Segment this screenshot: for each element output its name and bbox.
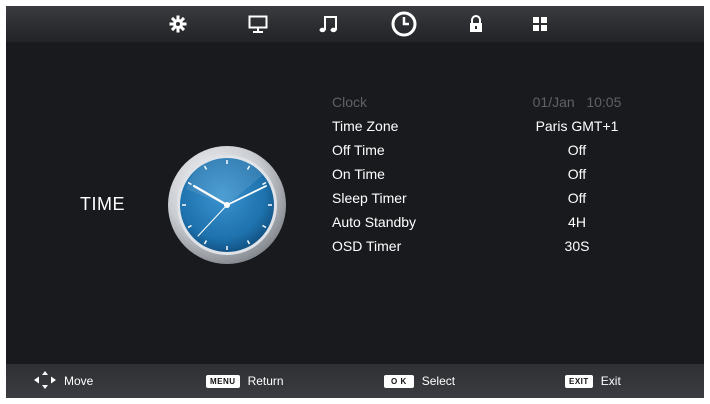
menu-item-sleep-timer[interactable]: Sleep Timer Off xyxy=(326,186,656,210)
gear-icon xyxy=(168,14,188,34)
exit-key-badge: EXIT xyxy=(565,374,593,388)
menu-item-time-zone[interactable]: Time Zone Paris GMT+1 xyxy=(326,114,656,138)
section-title: TIME xyxy=(80,194,125,214)
menu-item-off-time[interactable]: Off Time Off xyxy=(326,138,656,162)
menu-item-value: Paris GMT+1 xyxy=(535,118,619,134)
hint-move: Move xyxy=(34,364,93,398)
menu-item-value: 4H xyxy=(568,214,586,230)
menu-item-value: 30S xyxy=(564,238,590,254)
arrow-keys-icon xyxy=(34,370,56,392)
tab-picture[interactable] xyxy=(158,6,198,42)
menu-item-auto-standby[interactable]: Auto Standby 4H xyxy=(326,210,656,234)
menu-item-value: Off xyxy=(567,190,587,206)
hint-label: Exit xyxy=(600,374,621,388)
hint-label: Select xyxy=(421,374,456,388)
tv-menu-screen: TIME Clock 01/Jan 10:05 Time Zone Paris … xyxy=(6,6,704,398)
hint-label: Move xyxy=(64,374,94,388)
grid-icon xyxy=(531,15,549,33)
menu-item-label: OSD Timer xyxy=(332,238,402,254)
menu-item-label: Sleep Timer xyxy=(332,190,407,206)
ok-key-badge: O K xyxy=(384,374,414,388)
menu-item-label: Off Time xyxy=(332,142,385,158)
menu-item-value: 01/Jan 10:05 xyxy=(532,94,622,110)
hint-return: MENU Return xyxy=(206,364,284,398)
tab-setup[interactable] xyxy=(520,6,560,42)
lock-icon xyxy=(468,14,484,34)
music-note-icon xyxy=(318,14,340,34)
hint-exit: EXIT Exit xyxy=(565,364,621,398)
clock-face-icon xyxy=(166,144,288,271)
top-tab-bar xyxy=(6,6,704,42)
menu-item-label: On Time xyxy=(332,166,385,182)
tab-time[interactable] xyxy=(384,6,424,42)
monitor-icon xyxy=(247,14,269,34)
menu-item-label: Time Zone xyxy=(332,118,399,134)
footer-hint-bar: Move MENU Return O K Select EXIT Exit xyxy=(6,364,704,398)
menu-item-label: Clock xyxy=(332,94,368,110)
menu-item-clock: Clock 01/Jan 10:05 xyxy=(326,90,656,114)
tab-lock[interactable] xyxy=(456,6,496,42)
hint-select: O K Select xyxy=(384,364,455,398)
menu-item-osd-timer[interactable]: OSD Timer 30S xyxy=(326,234,656,258)
menu-item-on-time[interactable]: On Time Off xyxy=(326,162,656,186)
menu-item-value: Off xyxy=(567,166,587,182)
hint-label: Return xyxy=(247,374,284,388)
clock-icon xyxy=(390,10,418,38)
tab-sound[interactable] xyxy=(309,6,349,42)
menu-item-value: Off xyxy=(567,142,587,158)
tab-display[interactable] xyxy=(238,6,278,42)
menu-item-label: Auto Standby xyxy=(332,214,417,230)
menu-key-badge: MENU xyxy=(206,374,240,388)
